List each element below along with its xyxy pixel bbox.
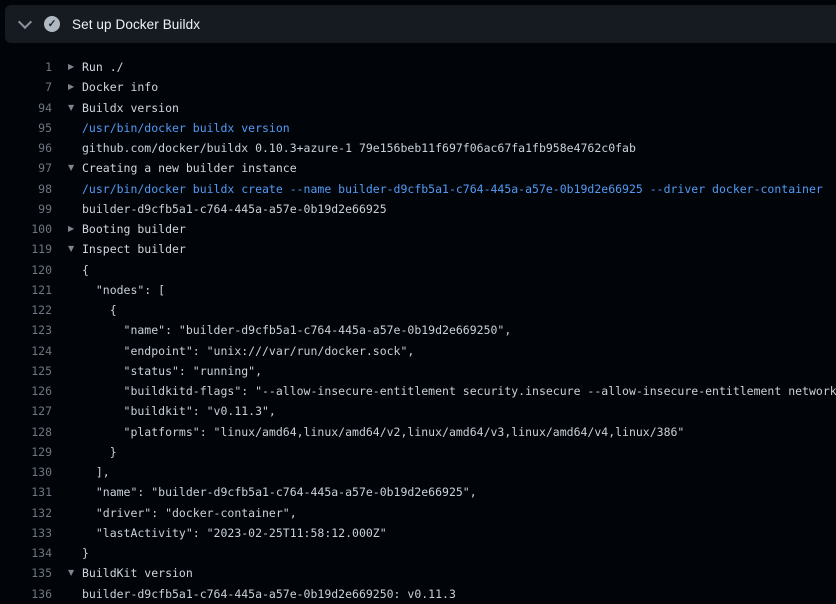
line-number[interactable]: 128	[0, 422, 52, 442]
log-row: 98 /usr/bin/docker buildx create --name …	[0, 179, 836, 199]
log-row: 125 "status": "running",	[0, 361, 836, 381]
log-row: 126 "buildkitd-flags": "--allow-insecure…	[0, 381, 836, 401]
log-text: builder-d9cfb5a1-c764-445a-a57e-0b19d2e6…	[82, 584, 456, 604]
triangle-right-icon: ▶	[68, 77, 82, 97]
line-number[interactable]: 94	[0, 98, 52, 118]
triangle-down-icon: ▼	[68, 239, 82, 259]
log-text: Inspect builder	[82, 239, 186, 259]
line-number[interactable]: 134	[0, 543, 52, 563]
line-number[interactable]: 1	[0, 57, 52, 77]
log-text: "platforms": "linux/amd64,linux/amd64/v2…	[82, 422, 684, 442]
log-group-row[interactable]: 119 ▼Inspect builder	[0, 239, 836, 259]
line-number[interactable]: 96	[0, 138, 52, 158]
log-row: 95 /usr/bin/docker buildx version	[0, 118, 836, 138]
line-number[interactable]: 97	[0, 158, 52, 178]
triangle-down-icon: ▼	[68, 158, 82, 178]
line-number[interactable]: 119	[0, 239, 52, 259]
log-row: 130 ],	[0, 462, 836, 482]
line-number[interactable]: 124	[0, 341, 52, 361]
line-number[interactable]: 126	[0, 381, 52, 401]
log-group-row[interactable]: 97 ▼Creating a new builder instance	[0, 158, 836, 178]
log-text: Booting builder	[82, 219, 186, 239]
log-text: "status": "running",	[82, 361, 262, 381]
log-text: }	[82, 543, 89, 563]
log-text: Docker info	[82, 77, 158, 97]
log-text: /usr/bin/docker buildx version	[82, 118, 290, 138]
line-number[interactable]: 100	[0, 219, 52, 239]
log-text: {	[82, 260, 89, 280]
line-number[interactable]: 7	[0, 77, 52, 97]
step-header[interactable]: ✓ Set up Docker Buildx	[5, 5, 836, 43]
line-number[interactable]: 133	[0, 523, 52, 543]
log-text: }	[82, 442, 117, 462]
log-text: "name": "builder-d9cfb5a1-c764-445a-a57e…	[82, 320, 511, 340]
line-number[interactable]: 122	[0, 300, 52, 320]
triangle-down-icon: ▼	[68, 563, 82, 583]
line-number[interactable]: 95	[0, 118, 52, 138]
log-row: 131 "name": "builder-d9cfb5a1-c764-445a-…	[0, 482, 836, 502]
log-text: /usr/bin/docker buildx create --name bui…	[82, 179, 823, 199]
log-text: Creating a new builder instance	[82, 158, 297, 178]
line-number[interactable]: 98	[0, 179, 52, 199]
line-number[interactable]: 131	[0, 482, 52, 502]
line-number[interactable]: 129	[0, 442, 52, 462]
log-text: builder-d9cfb5a1-c764-445a-a57e-0b19d2e6…	[82, 199, 387, 219]
log-row: 128 "platforms": "linux/amd64,linux/amd6…	[0, 422, 836, 442]
log-group-row[interactable]: 7 ▶Docker info	[0, 77, 836, 97]
log-text: "driver": "docker-container",	[82, 503, 297, 523]
log-lines: 1 ▶Run ./ 7 ▶Docker info 94 ▼Buildx vers…	[0, 43, 836, 604]
log-text: "buildkitd-flags": "--allow-insecure-ent…	[82, 381, 836, 401]
log-text: "buildkit": "v0.11.3",	[82, 401, 276, 421]
log-text: {	[82, 300, 117, 320]
log-text: "name": "builder-d9cfb5a1-c764-445a-a57e…	[82, 482, 477, 502]
step-title: Set up Docker Buildx	[72, 17, 200, 32]
line-number[interactable]: 121	[0, 280, 52, 300]
log-row: 99 builder-d9cfb5a1-c764-445a-a57e-0b19d…	[0, 199, 836, 219]
chevron-down-icon	[17, 15, 31, 29]
log-group-row[interactable]: 1 ▶Run ./	[0, 57, 836, 77]
log-group-row[interactable]: 94 ▼Buildx version	[0, 98, 836, 118]
log-text: ],	[82, 462, 110, 482]
line-number[interactable]: 127	[0, 401, 52, 421]
triangle-down-icon: ▼	[68, 98, 82, 118]
log-row: 96 github.com/docker/buildx 0.10.3+azure…	[0, 138, 836, 158]
log-row: 129 }	[0, 442, 836, 462]
log-row: 127 "buildkit": "v0.11.3",	[0, 401, 836, 421]
log-row: 124 "endpoint": "unix:///var/run/docker.…	[0, 341, 836, 361]
log-text: Buildx version	[82, 98, 179, 118]
log-text: Run ./	[82, 57, 124, 77]
line-number[interactable]: 125	[0, 361, 52, 381]
log-row: 121 "nodes": [	[0, 280, 836, 300]
log-row: 133 "lastActivity": "2023-02-25T11:58:12…	[0, 523, 836, 543]
line-number[interactable]: 120	[0, 260, 52, 280]
log-row: 120 {	[0, 260, 836, 280]
log-text: github.com/docker/buildx 0.10.3+azure-1 …	[82, 138, 636, 158]
log-text: BuildKit version	[82, 563, 193, 583]
line-number[interactable]: 135	[0, 563, 52, 583]
log-text: "nodes": [	[82, 280, 165, 300]
triangle-right-icon: ▶	[68, 57, 82, 77]
log-text: "endpoint": "unix:///var/run/docker.sock…	[82, 341, 414, 361]
log-row: 136 builder-d9cfb5a1-c764-445a-a57e-0b19…	[0, 584, 836, 604]
log-text: "lastActivity": "2023-02-25T11:58:12.000…	[82, 523, 387, 543]
log-row: 123 "name": "builder-d9cfb5a1-c764-445a-…	[0, 320, 836, 340]
line-number[interactable]: 130	[0, 462, 52, 482]
line-number[interactable]: 99	[0, 199, 52, 219]
line-number[interactable]: 132	[0, 503, 52, 523]
log-row: 132 "driver": "docker-container",	[0, 503, 836, 523]
log-group-row[interactable]: 100 ▶Booting builder	[0, 219, 836, 239]
triangle-right-icon: ▶	[68, 219, 82, 239]
log-row: 122 {	[0, 300, 836, 320]
collapse-toggle[interactable]	[15, 15, 34, 34]
log-row: 134 }	[0, 543, 836, 563]
line-number[interactable]: 136	[0, 584, 52, 604]
line-number[interactable]: 123	[0, 320, 52, 340]
success-check-icon: ✓	[44, 16, 60, 32]
log-group-row[interactable]: 135 ▼BuildKit version	[0, 563, 836, 583]
